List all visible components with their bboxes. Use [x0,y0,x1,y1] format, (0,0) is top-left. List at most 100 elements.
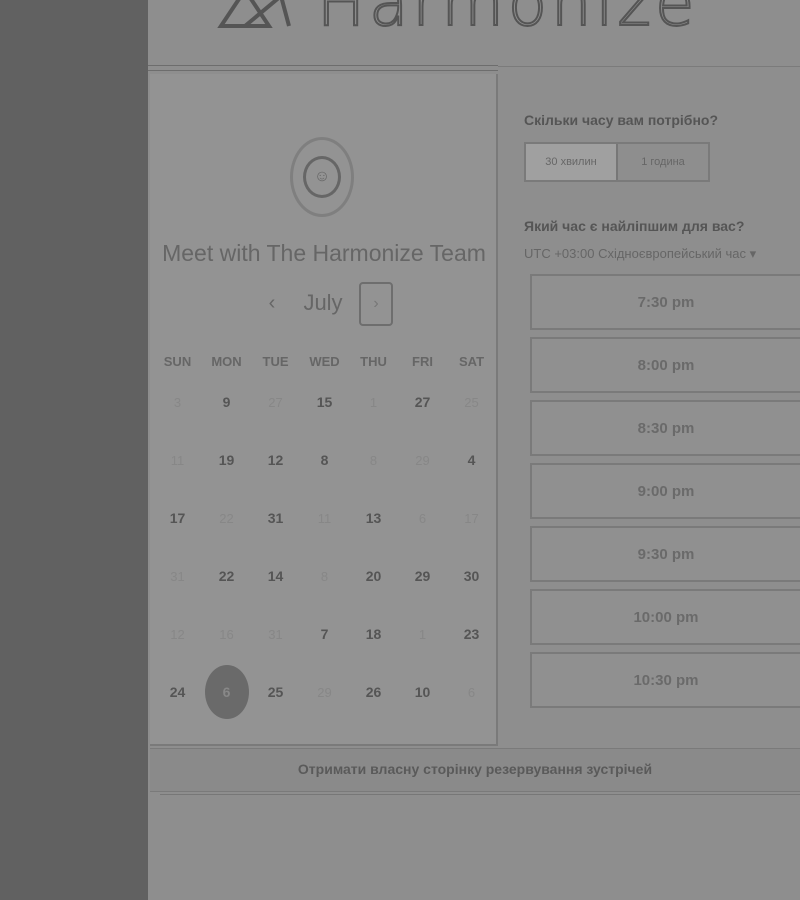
footer-divider [160,794,800,795]
meeting-title: Meet with The Harmonize Team [162,240,486,266]
time-slot-button[interactable]: 9:00 pm [530,463,800,519]
weekday-label: MON [211,354,242,369]
calendar-day[interactable]: 29 [398,547,447,605]
calendar-day-number: 26 [365,684,382,700]
calendar-day[interactable]: 17 [153,489,202,547]
calendar-day[interactable]: 13 [349,489,398,547]
calendar-day[interactable]: 14 [251,547,300,605]
calendar-day[interactable]: 25 [251,663,300,721]
calendar-day: 31 [153,547,202,605]
calendar-day-number: 8 [369,452,378,468]
calendar-week-row: 11 19 12 8 8 29 4 [153,431,497,489]
calendar-day[interactable]: 10 [398,663,447,721]
calendar-day[interactable]: 20 [349,547,398,605]
calendar-day-number: 6 [418,510,427,526]
brand-logo: Harmonize [215,0,699,41]
calendar-day-number: 16 [219,626,234,642]
calendar-day-number: 17 [169,510,186,526]
calendar-day-number: 13 [365,510,382,526]
calendar-day: 22 [202,489,251,547]
weekday-label: SAT [458,354,485,369]
calendar-day[interactable]: 22 [202,547,251,605]
calendar-day[interactable]: 31 [251,489,300,547]
calendar-day-number: 12 [170,626,185,642]
calendar-day[interactable]: 9 [202,373,251,431]
calendar-week-row: 3 9 27 15 1 27 25 [153,373,497,431]
time-slot-button[interactable]: 7:30 pm [530,274,800,330]
month-label: July [303,290,343,315]
header-divider-right [498,66,800,67]
calendar-day-number: 11 [317,510,332,526]
calendar-day[interactable]: 8 [300,431,349,489]
calendar-day[interactable]: 24 [153,663,202,721]
time-slot-button[interactable]: 10:30 pm [530,652,800,708]
calendar-day-number: 22 [219,510,234,526]
calendar-day: 16 [202,605,251,663]
get-booking-page-link[interactable]: Отримати власну сторінку резервування зу… [150,761,800,777]
calendar-day-number: 31 [268,626,283,642]
calendar-day[interactable]: 18 [349,605,398,663]
calendar-day: 27 [251,373,300,431]
calendar-day-number: 30 [463,568,480,584]
calendar-day[interactable]: 30 [447,547,496,605]
calendar-day-number: 12 [267,452,284,468]
calendar-day[interactable]: 23 [447,605,496,663]
calendar-day-number: 6 [204,665,249,719]
timezone-dropdown[interactable]: UTC +03:00 Східноєвропейський час ▾ [524,246,756,262]
calendar-day[interactable]: 15 [300,373,349,431]
calendar-day-number: 6 [467,684,476,700]
calendar-day: 12 [153,605,202,663]
calendar-day-number: 23 [463,626,480,642]
calendar-day[interactable]: 4 [447,431,496,489]
time-slot-button[interactable]: 9:30 pm [530,526,800,582]
weekday-label: FRI [412,354,433,369]
duration-option-60[interactable]: 1 година [616,144,708,180]
calendar-week-row: 24 6 25 29 26 10 6 [153,663,497,721]
calendar-day-number: 29 [317,684,332,700]
calendar-day-number: 1 [418,626,427,642]
weekday-label: SUN [163,354,192,369]
calendar-day-number: 29 [415,452,430,468]
brand-name: Harmonize [316,0,699,41]
next-month-button[interactable]: › [359,282,393,326]
weekday-label: THU [360,354,387,369]
calendar-day-selected[interactable]: 6 [202,663,251,721]
calendar-day: 3 [153,373,202,431]
calendar-day-number: 18 [365,626,382,642]
calendar-day[interactable]: 19 [202,431,251,489]
weekday-header: SUN MON TUE WED THU FRI SAT [153,354,497,369]
calendar-day: 29 [300,663,349,721]
calendar-day: 6 [447,663,496,721]
duration-option-30[interactable]: 30 хвилин [526,144,616,180]
calendar-day[interactable]: 26 [349,663,398,721]
calendar-day: 11 [153,431,202,489]
time-slot-button[interactable]: 8:00 pm [530,337,800,393]
calendar-day-number: 19 [218,452,235,468]
prev-month-button[interactable]: ‹ [260,288,284,318]
calendar-week-row: 31 22 14 8 20 29 30 [153,547,497,605]
calendar-day-number: 8 [320,568,329,584]
calendar-day[interactable]: 12 [251,431,300,489]
calendar-day-number: 11 [170,452,185,468]
duration-selector: 30 хвилин 1 година [524,142,710,182]
calendar-day-number: 22 [218,568,235,584]
calendar-day: 25 [447,373,496,431]
time-slot-button[interactable]: 10:00 pm [530,589,800,645]
calendar-day-number: 9 [222,394,231,410]
calendar-week-row: 17 22 31 11 13 6 17 [153,489,497,547]
calendar-day: 8 [349,431,398,489]
avatar: ☺ [290,137,354,217]
calendar-day[interactable]: 27 [398,373,447,431]
calendar-day[interactable]: 7 [300,605,349,663]
time-slot-button[interactable]: 8:30 pm [530,400,800,456]
calendar-day: 1 [398,605,447,663]
footer-bar: Отримати власну сторінку резервування зу… [150,748,800,792]
calendar-day-number: 31 [267,510,284,526]
calendar-day-number: 7 [320,626,329,642]
calendar-day-number: 29 [414,568,431,584]
calendar-day-number: 3 [173,394,182,410]
brand-mark-icon [215,0,295,30]
calendar-day-number: 24 [169,684,186,700]
calendar-week-row: 12 16 31 7 18 1 23 [153,605,497,663]
calendar-day-number: 31 [170,568,185,584]
